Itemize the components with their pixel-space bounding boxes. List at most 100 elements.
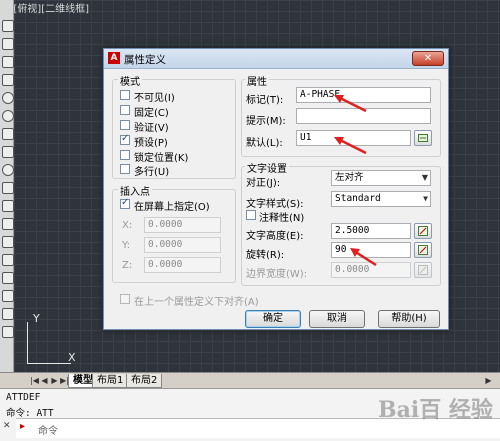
- first-tab-icon[interactable]: |◀: [30, 375, 39, 386]
- point-tool-icon[interactable]: [2, 236, 14, 248]
- polyline-tool-icon[interactable]: [2, 38, 14, 50]
- ucs-x-label: X: [68, 351, 76, 364]
- insert-field-icon: [418, 134, 428, 142]
- ucs-y-axis: [27, 322, 28, 364]
- arc-tool-icon[interactable]: [2, 92, 14, 104]
- close-button[interactable]: ✕: [412, 51, 444, 66]
- cancel-button[interactable]: 取消: [309, 310, 365, 328]
- command-history-line: 命令: ATT: [6, 408, 54, 419]
- dialog-titlebar[interactable]: A 属性定义 ✕: [104, 49, 448, 69]
- tab-layout2[interactable]: 布局2: [126, 374, 163, 388]
- dialog-title: 属性定义: [124, 54, 166, 66]
- line-tool-icon[interactable]: [2, 20, 14, 32]
- y-input[interactable]: 0.0000: [144, 237, 221, 253]
- boundary-width-label: 边界宽度(W):: [246, 269, 308, 280]
- chevron-down-icon: ▼: [423, 194, 428, 203]
- preset-label: 预设(P): [134, 138, 168, 149]
- insert-field-button[interactable]: [414, 130, 432, 146]
- table-tool-icon[interactable]: [2, 308, 14, 320]
- prev-tab-icon[interactable]: ◀: [40, 375, 49, 386]
- multiline-checkbox[interactable]: [120, 164, 130, 174]
- tab-layout1[interactable]: 布局1: [92, 374, 129, 388]
- x-input[interactable]: 0.0000: [144, 217, 221, 233]
- invisible-checkbox[interactable]: [120, 90, 130, 100]
- pick-point-icon: [418, 245, 428, 255]
- layout-tab-bar: |◀ ◀ ▶ ▶| 模型 布局1 布局2 ▶: [0, 372, 500, 388]
- annotative-checkbox[interactable]: [246, 210, 256, 220]
- ucs-x-axis: [27, 363, 71, 364]
- x-label: X:: [122, 220, 133, 231]
- mode-group-title: 模式: [118, 73, 142, 88]
- prompt-label: 提示(M):: [246, 116, 286, 127]
- align-below-checkbox[interactable]: [120, 294, 130, 304]
- constant-checkbox[interactable]: [120, 105, 130, 115]
- ellipse-arc-tool-icon[interactable]: [2, 182, 14, 194]
- watermark-logo: Bai百 经验: [378, 392, 496, 432]
- z-label: Z:: [122, 260, 133, 271]
- chevron-down-icon: ▼: [421, 173, 428, 182]
- preset-checkbox[interactable]: [120, 133, 130, 145]
- annotative-label: 注释性(N): [259, 213, 305, 224]
- attribute-definition-dialog: A 属性定义 ✕ 模式 不可见(I) 固定(C) 验证(V) 预设(P) 锁定位…: [103, 48, 449, 330]
- polygon-tool-icon[interactable]: [2, 56, 14, 68]
- mtext-tool-icon[interactable]: [2, 326, 14, 338]
- z-input[interactable]: 0.0000: [144, 257, 221, 273]
- watermark-text: Bai百 经验: [378, 397, 493, 423]
- specify-onscreen-label: 在屏幕上指定(O): [134, 202, 210, 213]
- insertion-point-title: 插入点: [118, 183, 152, 198]
- multiline-label: 多行(U): [134, 167, 170, 178]
- pick-height-button[interactable]: [414, 223, 432, 239]
- ok-button[interactable]: 确定: [245, 310, 301, 328]
- autocad-app-icon: A: [108, 52, 120, 64]
- command-history-line: ATTDEF: [6, 392, 41, 403]
- align-below-label: 在上一个属性定义下对齐(A): [134, 297, 259, 308]
- ellipse-tool-icon[interactable]: [2, 164, 14, 176]
- spline-tool-icon[interactable]: [2, 146, 14, 158]
- text-style-select[interactable]: Standard ▼: [331, 191, 431, 207]
- attribute-group-title: 属性: [245, 73, 269, 88]
- invisible-label: 不可见(I): [134, 93, 175, 104]
- rectangle-tool-icon[interactable]: [2, 74, 14, 86]
- text-settings-title: 文字设置: [245, 160, 289, 175]
- default-label: 默认(L):: [246, 138, 283, 149]
- constant-label: 固定(C): [134, 108, 169, 119]
- left-toolbar: [0, 0, 14, 372]
- pick-boundary-button[interactable]: [414, 262, 432, 278]
- hatch-tool-icon[interactable]: [2, 254, 14, 266]
- command-prompt-text: 命令: [38, 426, 58, 437]
- y-label: Y:: [122, 240, 131, 251]
- text-style-value: Standard: [335, 193, 381, 204]
- justify-select[interactable]: 左对齐 ▼: [331, 170, 431, 186]
- text-style-label: 文字样式(S):: [246, 199, 304, 210]
- verify-label: 验证(V): [134, 123, 169, 134]
- annotation-arrow-icon: [334, 137, 367, 155]
- gradient-tool-icon[interactable]: [2, 272, 14, 284]
- pick-point-icon: [418, 265, 428, 275]
- verify-checkbox[interactable]: [120, 120, 130, 130]
- justify-label: 对正(J):: [246, 178, 281, 189]
- justify-value: 左对齐: [335, 172, 364, 183]
- text-height-label: 文字高度(E):: [246, 231, 304, 242]
- ucs-y-label: Y: [33, 312, 40, 325]
- region-tool-icon[interactable]: [2, 290, 14, 302]
- tag-label: 标记(T):: [246, 95, 284, 106]
- command-close-icon[interactable]: ✕: [3, 421, 13, 433]
- scroll-right-icon[interactable]: ▶: [484, 375, 493, 386]
- rotation-label: 旋转(R):: [246, 250, 285, 261]
- text-height-input[interactable]: 2.5000: [331, 223, 411, 239]
- annotation-arrow-icon: [350, 248, 377, 267]
- viewport-label[interactable]: [-][俯视][二维线框]: [2, 0, 89, 15]
- lock-position-checkbox[interactable]: [120, 150, 130, 160]
- revcloud-tool-icon[interactable]: [2, 128, 14, 140]
- specify-onscreen-checkbox[interactable]: [120, 197, 130, 209]
- next-tab-icon[interactable]: ▶: [50, 375, 59, 386]
- help-button[interactable]: 帮助(H): [378, 310, 440, 328]
- pick-point-icon: [418, 226, 428, 236]
- pick-rotation-button[interactable]: [414, 242, 432, 258]
- make-block-icon[interactable]: [2, 218, 14, 230]
- command-prompt-icon: ▸: [20, 421, 26, 432]
- insert-block-icon[interactable]: [2, 200, 14, 212]
- lock-position-label: 锁定位置(K): [134, 153, 189, 164]
- circle-tool-icon[interactable]: [2, 110, 14, 122]
- annotation-arrow-icon: [334, 95, 367, 113]
